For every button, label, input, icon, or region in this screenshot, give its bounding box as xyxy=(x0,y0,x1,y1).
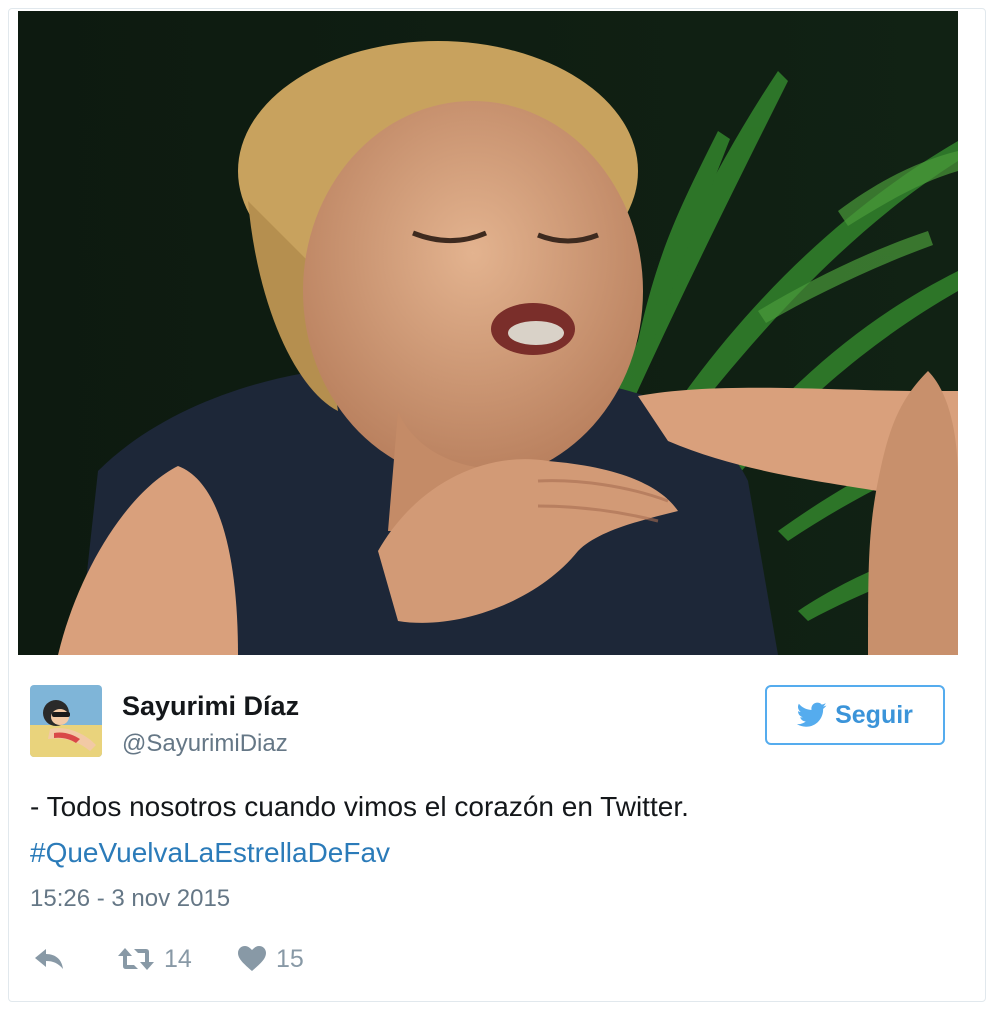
tweet-timestamp[interactable]: 15:26 - 3 nov 2015 xyxy=(30,885,230,913)
reply-icon xyxy=(35,949,63,969)
retweet-count: 14 xyxy=(164,944,192,973)
like-button[interactable]: 15 xyxy=(238,939,304,979)
retweet-icon xyxy=(118,948,154,970)
like-count: 15 xyxy=(276,944,304,973)
retweet-button[interactable]: 14 xyxy=(118,939,192,979)
author-name[interactable]: Sayurimi Díaz xyxy=(122,691,299,722)
follow-button[interactable]: Seguir xyxy=(765,685,945,745)
author-handle[interactable]: @SayurimiDiaz xyxy=(122,730,288,758)
author-avatar[interactable] xyxy=(30,685,102,757)
tweet-author: Sayurimi Díaz @SayurimiDiaz Seguir xyxy=(30,685,950,759)
reply-button[interactable] xyxy=(34,939,64,979)
tweet-actions: 14 15 xyxy=(30,939,430,979)
avatar-image xyxy=(30,685,102,757)
heart-icon xyxy=(238,946,266,971)
tweet-text: - Todos nosotros cuando vimos el corazón… xyxy=(30,791,689,822)
hashtag-link[interactable]: #QueVuelvaLaEstrellaDeFav xyxy=(30,837,390,869)
photo-image xyxy=(18,11,958,655)
tweet-photo[interactable] xyxy=(18,11,958,655)
twitter-bird-icon xyxy=(797,702,827,727)
embedded-tweet-card: Sayurimi Díaz @SayurimiDiaz Seguir - Tod… xyxy=(8,8,986,1002)
follow-button-label: Seguir xyxy=(835,700,913,729)
